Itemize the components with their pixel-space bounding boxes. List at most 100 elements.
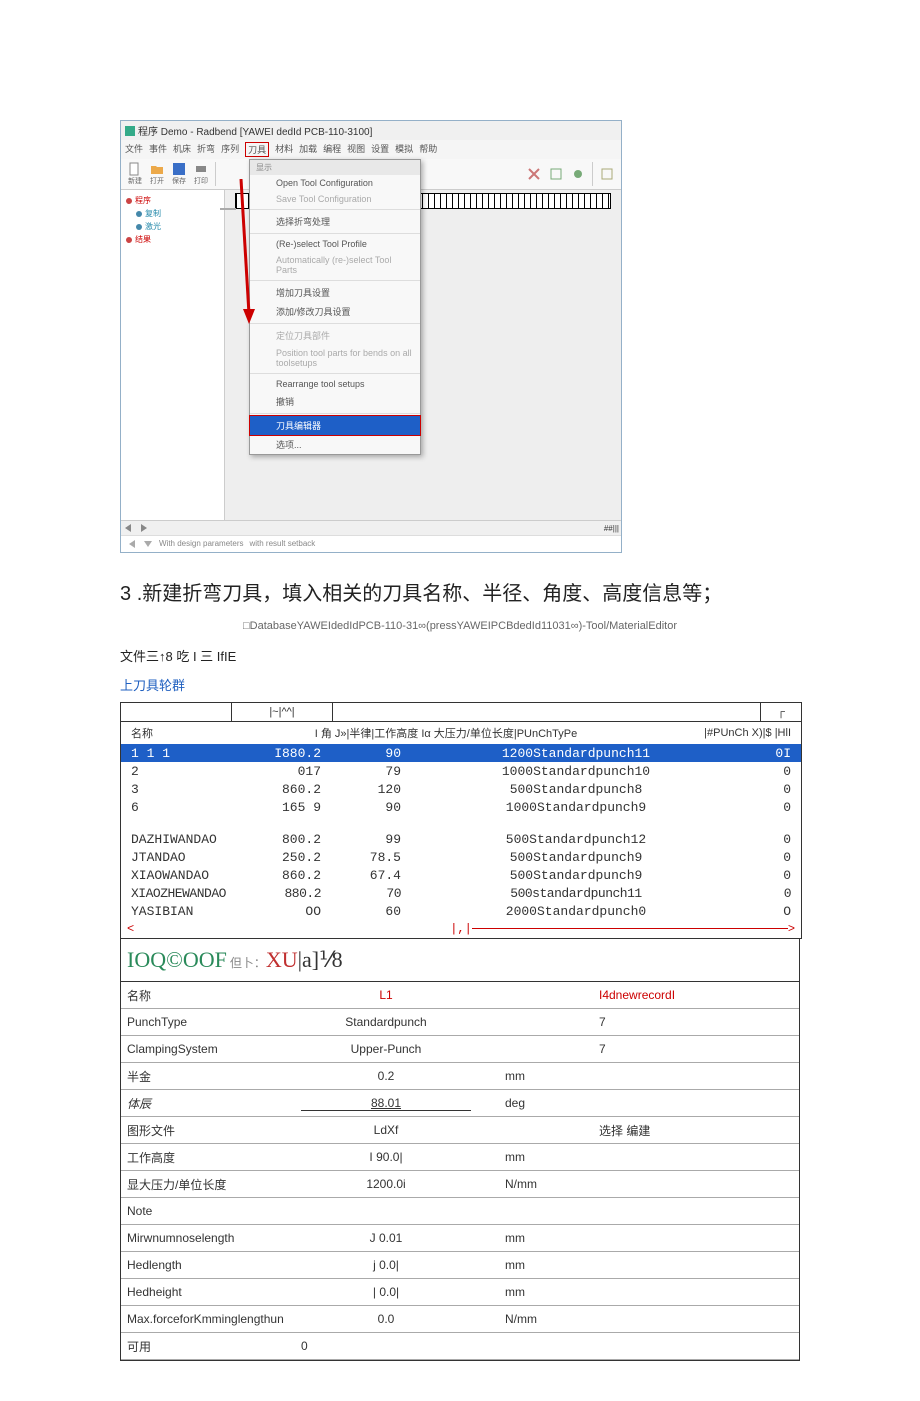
left-icon[interactable]	[123, 523, 133, 533]
menu-item[interactable]: 折弯	[197, 142, 215, 157]
field-label: 可用	[127, 1338, 297, 1355]
cell-r: 880.2	[261, 886, 321, 901]
table-row[interactable]: 6165 9901000Standardpunch90	[121, 798, 801, 816]
scroll-track	[134, 929, 450, 930]
window-title: 程序 Demo - Radbend [YAWEI dedId PCB-110-3…	[138, 123, 372, 138]
cell-e: 0	[751, 868, 801, 883]
print-button[interactable]: 打印	[191, 161, 211, 187]
dropdown-item[interactable]: 增加刀具设置	[250, 283, 420, 302]
field-value[interactable]: | 0.0|	[301, 1285, 471, 1299]
field-extra[interactable]: 7	[599, 1015, 606, 1029]
menu-item[interactable]: 文件	[125, 142, 143, 157]
section-title: IOQ©OOF 但卜：XU|a]⅟8	[120, 939, 800, 982]
menu-item-tools[interactable]: 刀具	[245, 142, 269, 157]
menu-item[interactable]: 序列	[221, 142, 239, 157]
scroll-left-icon[interactable]: <	[127, 922, 134, 936]
menu-item[interactable]: 加载	[299, 142, 317, 157]
menu-item[interactable]: 材料	[275, 142, 293, 157]
field-value[interactable]: 88.01	[301, 1096, 471, 1111]
menu-bar[interactable]: 文件 事件 机床 折弯 序列 刀具 材料 加载 编程 视图 设置 模拟 帮助	[121, 140, 621, 159]
arrow-left-icon[interactable]	[127, 539, 137, 549]
dropdown-item[interactable]: 刀具编辑器	[249, 415, 421, 436]
right-icon[interactable]	[139, 523, 149, 533]
field-value[interactable]: Standardpunch	[301, 1015, 471, 1029]
dropdown-item[interactable]: Open Tool Configuration	[250, 175, 420, 191]
hcell: |~|^^|	[232, 703, 333, 721]
dropdown-item[interactable]: Rearrange tool setups	[250, 376, 420, 392]
form-row: 半金0.2mm	[121, 1063, 799, 1090]
table-row[interactable]: 2017791000Standardpunch100	[121, 762, 801, 780]
field-value[interactable]: 0.2	[301, 1069, 471, 1083]
menu-item[interactable]: 编程	[323, 142, 341, 157]
field-value[interactable]: 1200.0i	[301, 1177, 471, 1191]
field-value[interactable]: j 0.0|	[301, 1258, 471, 1272]
subheader: □DatabaseYAWEIdedIdPCB-110-31∞(pressYAWE…	[120, 620, 800, 632]
dropdown-item[interactable]: 添加/修改刀具设置	[250, 302, 420, 321]
cell-ang: 70	[321, 886, 401, 901]
cell-name: 1 1 1	[121, 746, 261, 761]
menu-item[interactable]: 视图	[347, 142, 365, 157]
menu-item[interactable]: 事件	[149, 142, 167, 157]
save-button[interactable]: 保存	[169, 161, 189, 187]
tb-right-1[interactable]	[524, 161, 544, 187]
dropdown-item[interactable]: 选择折弯处理	[250, 212, 420, 231]
dropdown-item[interactable]: 撤销	[250, 392, 420, 411]
form-row: 显大压力/单位长度1200.0iN/mm	[121, 1171, 799, 1198]
field-value[interactable]: 0.0	[301, 1312, 471, 1326]
form-row: Hedlengthj 0.0|mm	[121, 1252, 799, 1279]
field-value[interactable]: J 0.01	[301, 1231, 471, 1245]
open-button[interactable]: 打开	[147, 161, 167, 187]
tree-item[interactable]: 程序	[125, 194, 220, 207]
tree-item[interactable]: 复制	[125, 207, 220, 220]
group-link[interactable]: 上刀具轮群	[120, 675, 800, 694]
col-mid: I 角 J»|半律|工作高度 Iα 大压力/单位长度|PUnChTyPe	[221, 725, 671, 741]
cell-ang: 99	[321, 832, 401, 847]
disk-icon	[172, 162, 186, 176]
cell-e: 0	[751, 782, 801, 797]
col-end: |#PUnCh X)|$ |HlI	[671, 727, 801, 739]
cell-name: 2	[121, 764, 261, 779]
table-row[interactable]: DAZHIWANDAO800.299500Standardpunch120	[121, 830, 801, 848]
new-button[interactable]: 新建	[125, 161, 145, 187]
field-extra[interactable]: 选择 编建	[599, 1122, 650, 1139]
cell-name: DAZHIWANDAO	[121, 832, 261, 847]
field-value[interactable]: 0	[301, 1339, 471, 1353]
cell-e: 0	[751, 764, 801, 779]
field-extra[interactable]: 7	[599, 1042, 606, 1056]
menu-item[interactable]: 设置	[371, 142, 389, 157]
tb-right-2[interactable]	[546, 161, 566, 187]
tree-item[interactable]: 结果	[125, 233, 220, 246]
field-unit: mm	[475, 1069, 595, 1083]
table-row[interactable]: XIAOWANDAO860.267.4500Standardpunch90	[121, 866, 801, 884]
menu-item[interactable]: 模拟	[395, 142, 413, 157]
cell-ang: 90	[321, 746, 401, 761]
status-left: With design parameters	[159, 539, 243, 549]
table-row[interactable]: 3860.2120500Standardpunch80	[121, 780, 801, 798]
field-value[interactable]: Upper-Punch	[301, 1042, 471, 1056]
table-row[interactable]: XIAOZHEWANDAO880.270500standardpunch110	[121, 884, 801, 902]
field-label: 显大压力/单位长度	[127, 1176, 297, 1193]
field-value[interactable]: LdXf	[301, 1123, 471, 1137]
scrollbar[interactable]: < |,| >	[121, 920, 801, 938]
tb-right-3[interactable]	[568, 161, 588, 187]
tree-item[interactable]: 激光	[125, 220, 220, 233]
scroll-right-icon[interactable]: >	[788, 922, 795, 936]
file-icon	[128, 162, 142, 176]
table-row[interactable]: YASIBIANOO602000Standardpunch0O	[121, 902, 801, 920]
dropdown-item[interactable]: 选项...	[250, 435, 420, 454]
field-value[interactable]: L1	[301, 988, 471, 1002]
form-row: Hedheight| 0.0|mm	[121, 1279, 799, 1306]
property-form: 名称L1I4dnewrecordIPunchTypeStandardpunch7…	[120, 982, 800, 1361]
field-label: Note	[127, 1204, 297, 1218]
tb-right-4[interactable]	[597, 161, 617, 187]
field-extra[interactable]: I4dnewrecordI	[599, 988, 675, 1002]
table-row[interactable]: JTANDAO250.278.5500Standardpunch90	[121, 848, 801, 866]
dropdown-item[interactable]: (Re-)select Tool Profile	[250, 236, 420, 252]
menu-item[interactable]: 机床	[173, 142, 191, 157]
cell-desc: 2000Standardpunch0	[401, 904, 751, 919]
field-value[interactable]: I 90.0|	[301, 1150, 471, 1164]
menu-item[interactable]: 帮助	[419, 142, 437, 157]
form-row: 工作高度I 90.0|mm	[121, 1144, 799, 1171]
arrow-down-icon[interactable]	[143, 539, 153, 549]
table-row[interactable]: 1 1 1I880.2901200Standardpunch110I	[121, 744, 801, 762]
